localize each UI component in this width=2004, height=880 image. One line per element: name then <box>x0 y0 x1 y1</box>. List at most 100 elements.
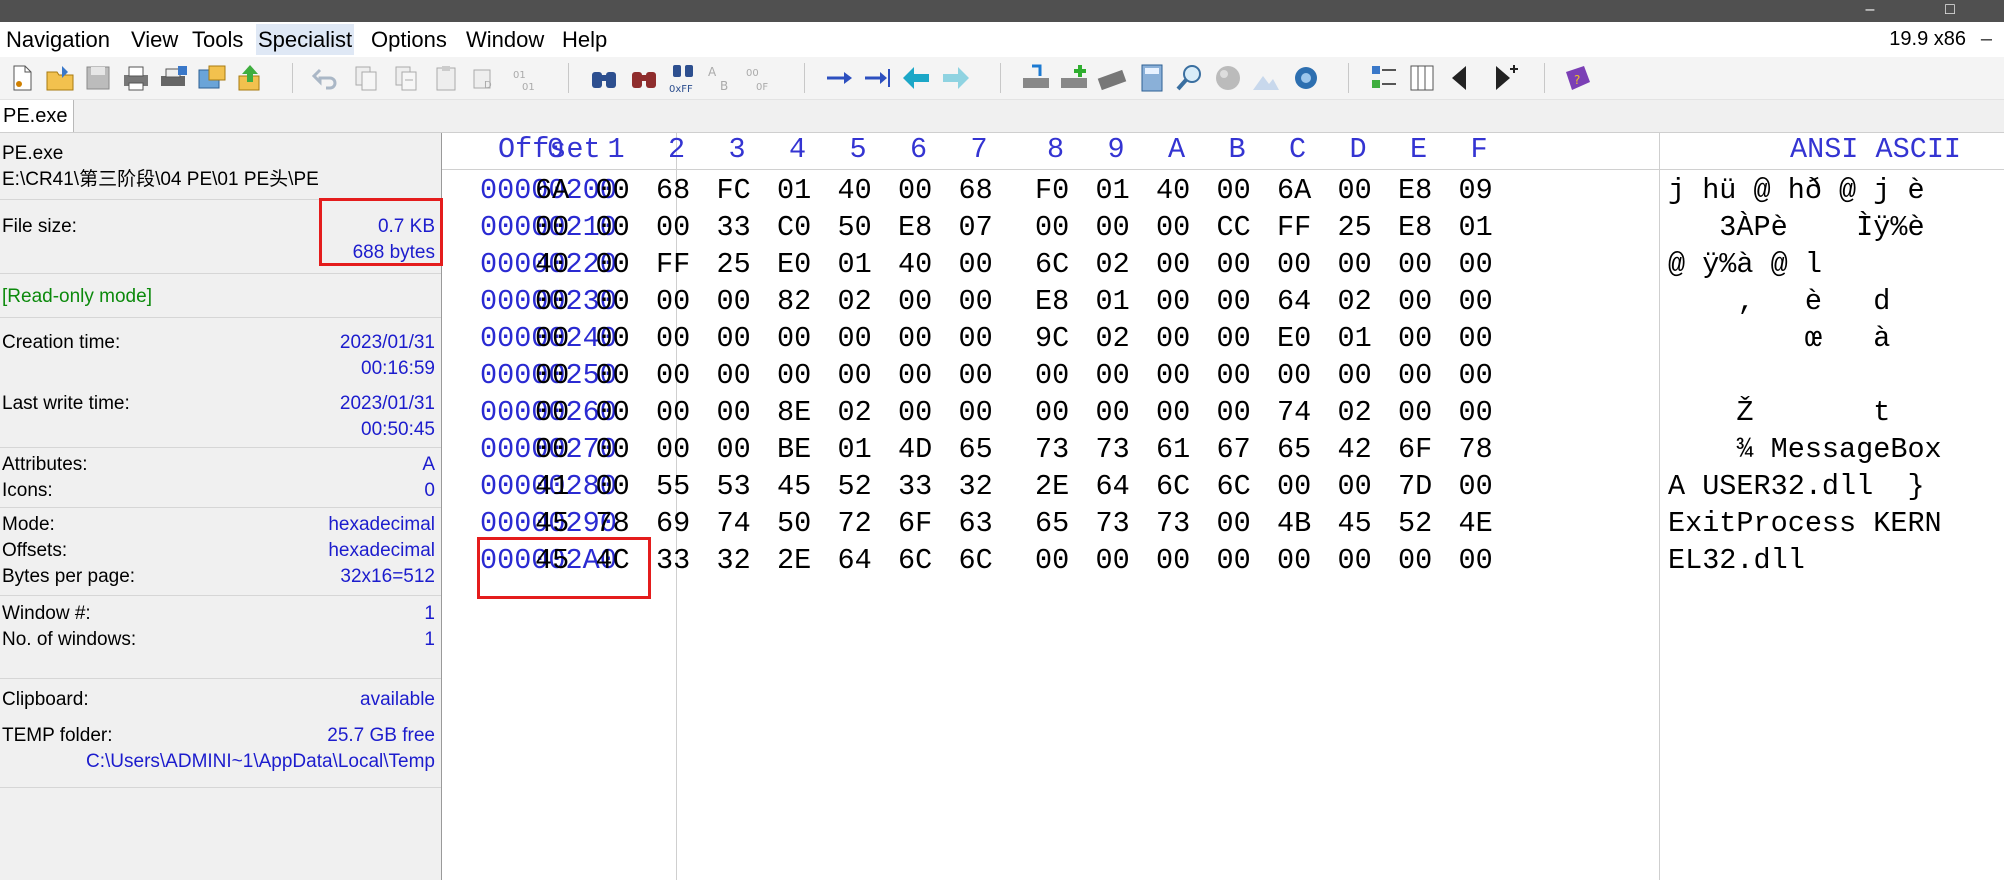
hex-byte[interactable]: 00 <box>959 283 993 320</box>
hex-byte[interactable]: 45 <box>777 468 811 505</box>
clipboard-data-icon[interactable]: 01 01 <box>510 62 542 94</box>
hex-byte[interactable]: 6C <box>898 542 932 579</box>
copy-icon[interactable] <box>350 62 382 94</box>
hex-byte[interactable]: 00 <box>777 320 811 357</box>
previous-block-icon[interactable] <box>1444 62 1476 94</box>
hex-byte[interactable]: 07 <box>959 209 993 246</box>
next-block-icon[interactable] <box>1488 62 1520 94</box>
hex-byte[interactable]: BE <box>777 431 811 468</box>
ram-editor-icon[interactable] <box>1096 62 1128 94</box>
hex-byte[interactable]: 00 <box>1338 357 1372 394</box>
hex-byte[interactable]: 09 <box>1459 172 1493 209</box>
hex-byte[interactable]: 00 <box>959 320 993 357</box>
hex-byte[interactable]: 00 <box>535 320 569 357</box>
hex-byte[interactable]: 50 <box>838 209 872 246</box>
menu-view[interactable]: View <box>129 24 180 55</box>
help-icon[interactable]: ? <box>1562 62 1594 94</box>
hex-byte[interactable]: 25 <box>1338 209 1372 246</box>
menu-tools[interactable]: Tools <box>190 24 245 55</box>
hex-byte[interactable]: 52 <box>838 468 872 505</box>
hex-byte[interactable]: 00 <box>1277 357 1311 394</box>
hex-byte[interactable]: 00 <box>1035 542 1069 579</box>
hex-byte[interactable]: 00 <box>535 431 569 468</box>
hex-byte[interactable]: 00 <box>1277 468 1311 505</box>
hex-byte[interactable]: 74 <box>1277 394 1311 431</box>
hex-byte[interactable]: 41 <box>535 468 569 505</box>
new-file-icon[interactable] <box>6 62 38 94</box>
hex-byte[interactable]: 00 <box>1156 246 1190 283</box>
hex-byte[interactable]: 00 <box>656 357 690 394</box>
hex-byte[interactable]: FF <box>1277 209 1311 246</box>
replace-text-icon[interactable]: 00 0F <box>744 62 776 94</box>
hex-byte[interactable]: 6C <box>1217 468 1251 505</box>
hex-byte[interactable]: FF <box>656 246 690 283</box>
hex-byte[interactable]: 00 <box>1217 283 1251 320</box>
replace-hex-icon[interactable]: AB <box>706 62 738 94</box>
hex-byte[interactable]: 00 <box>1338 542 1372 579</box>
hex-byte[interactable]: 00 <box>1035 357 1069 394</box>
hex-byte[interactable]: 00 <box>656 431 690 468</box>
minimize-button[interactable]: – <box>1840 0 1900 22</box>
menu-navigation[interactable]: Navigation <box>4 24 112 55</box>
hex-byte[interactable]: 00 <box>717 320 751 357</box>
hex-byte[interactable]: E8 <box>1035 283 1069 320</box>
hex-byte[interactable]: 00 <box>1156 542 1190 579</box>
print-icon[interactable] <box>120 62 152 94</box>
hex-byte[interactable]: 65 <box>1035 505 1069 542</box>
hex-byte[interactable]: 01 <box>1338 320 1372 357</box>
paste-icon[interactable] <box>430 62 462 94</box>
hex-byte[interactable]: 00 <box>1217 320 1251 357</box>
hex-byte[interactable]: 4D <box>898 431 932 468</box>
hex-byte[interactable]: 00 <box>596 394 630 431</box>
hex-byte[interactable]: 00 <box>1459 394 1493 431</box>
hex-byte[interactable]: 00 <box>1459 283 1493 320</box>
hex-byte[interactable]: 2E <box>1035 468 1069 505</box>
ascii-text[interactable]: ‚ è d <box>1668 283 1890 320</box>
tab-pe-exe[interactable]: PE.exe <box>0 100 74 132</box>
hex-byte[interactable]: 00 <box>898 320 932 357</box>
hex-byte[interactable]: 02 <box>1338 394 1372 431</box>
ascii-text[interactable]: Ž t <box>1668 394 1890 431</box>
hex-byte[interactable]: 00 <box>656 283 690 320</box>
hex-byte[interactable]: 73 <box>1156 505 1190 542</box>
hex-byte[interactable]: 00 <box>1035 394 1069 431</box>
hex-byte[interactable]: 01 <box>1096 172 1130 209</box>
hex-byte[interactable]: 01 <box>1096 283 1130 320</box>
hex-byte[interactable]: 73 <box>1096 431 1130 468</box>
hex-byte[interactable]: 00 <box>1217 357 1251 394</box>
hex-editor[interactable]: Offset ANSI ASCII 0 1 2 3 4 5 6 7 8 9 A B C D E F 000002… <box>442 133 2004 880</box>
hex-byte[interactable]: 00 <box>1156 283 1190 320</box>
hex-byte[interactable]: 73 <box>1035 431 1069 468</box>
hex-byte[interactable]: 00 <box>656 394 690 431</box>
hex-byte[interactable]: 61 <box>1156 431 1190 468</box>
ascii-text[interactable]: A USER32.dll } <box>1668 468 1925 505</box>
hex-byte[interactable]: 68 <box>959 172 993 209</box>
hex-byte[interactable]: 02 <box>838 283 872 320</box>
hex-byte[interactable]: 00 <box>596 172 630 209</box>
hex-byte[interactable]: 00 <box>596 431 630 468</box>
analyze-icon[interactable] <box>1250 62 1282 94</box>
back-icon[interactable] <box>900 62 932 94</box>
hex-byte[interactable]: 33 <box>656 542 690 579</box>
hex-byte[interactable]: 00 <box>535 209 569 246</box>
hex-byte[interactable]: 50 <box>777 505 811 542</box>
hex-byte[interactable]: 00 <box>1398 394 1432 431</box>
hex-byte[interactable]: 00 <box>1459 468 1493 505</box>
hex-byte[interactable]: 32 <box>717 542 751 579</box>
hex-byte[interactable]: 42 <box>1338 431 1372 468</box>
hex-byte[interactable]: 00 <box>656 209 690 246</box>
save-icon[interactable] <box>82 62 114 94</box>
hex-byte[interactable]: 6C <box>1035 246 1069 283</box>
hex-byte[interactable]: 33 <box>898 468 932 505</box>
hex-byte[interactable]: 00 <box>1217 394 1251 431</box>
hex-byte[interactable]: 00 <box>596 283 630 320</box>
hex-byte[interactable]: 73 <box>1096 505 1130 542</box>
hex-byte[interactable]: C0 <box>777 209 811 246</box>
hex-byte[interactable]: 78 <box>1459 431 1493 468</box>
settings-icon[interactable] <box>1290 62 1322 94</box>
hex-byte[interactable]: 00 <box>1398 320 1432 357</box>
hash-icon[interactable] <box>1212 62 1244 94</box>
hex-byte[interactable]: 00 <box>1156 320 1190 357</box>
hex-byte[interactable]: 00 <box>656 320 690 357</box>
hex-byte[interactable]: 00 <box>1398 283 1432 320</box>
